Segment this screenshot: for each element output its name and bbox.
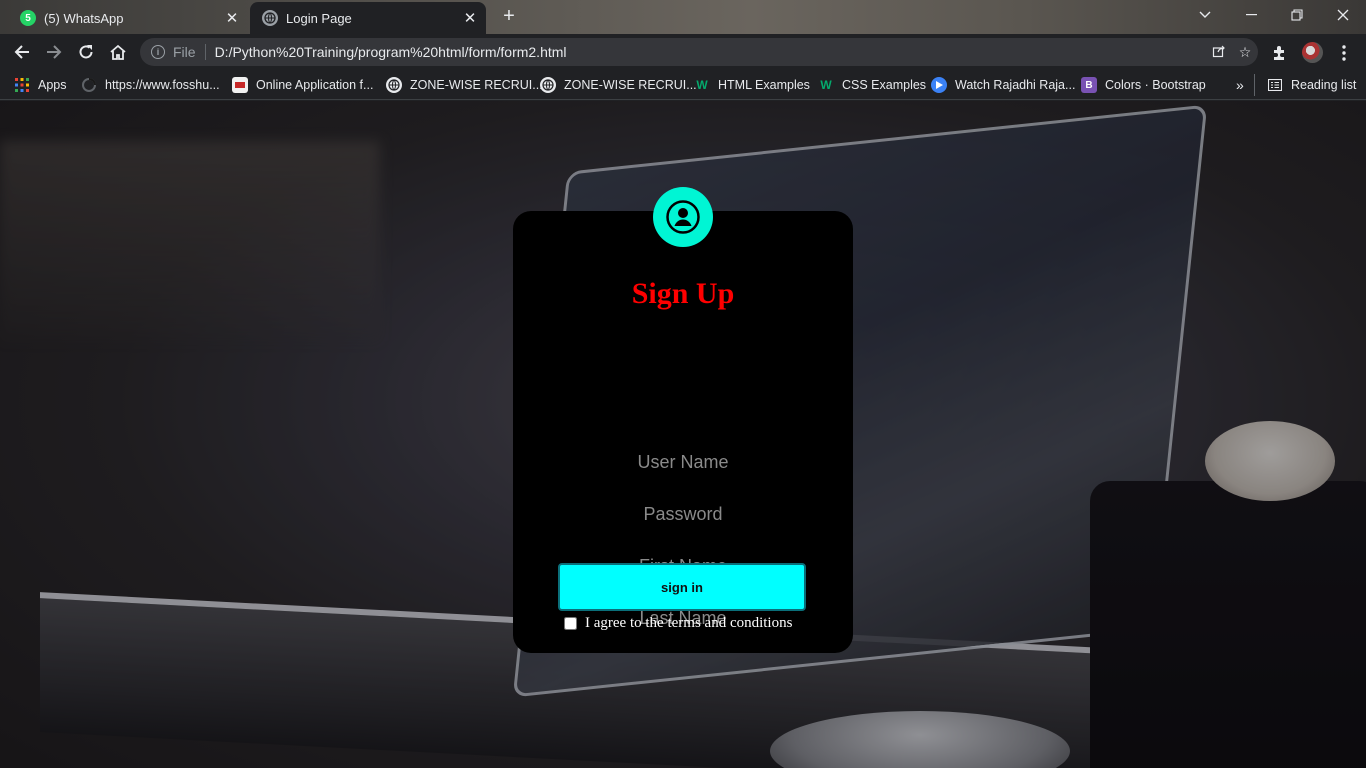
bookmark-label: Watch Rajadhi Raja... <box>955 78 1076 92</box>
bookmark-label: Apps <box>38 78 67 92</box>
w3schools-icon: W <box>696 78 708 92</box>
url-text[interactable]: D:/Python%20Training/program%20html/form… <box>215 44 1206 60</box>
restore-button[interactable] <box>1274 0 1320 30</box>
bookmark-fosshub[interactable]: https://www.fosshu... <box>81 76 220 94</box>
close-tab-icon[interactable]: ✕ <box>460 9 480 27</box>
bookmark-zone-wise-2[interactable]: ZONE-WISE RECRUI... <box>540 76 697 94</box>
bookmark-label: HTML Examples <box>718 78 810 92</box>
tab-whatsapp[interactable]: 5 (5) WhatsApp ✕ <box>8 2 248 34</box>
menu-kebab-icon[interactable] <box>1333 42 1355 64</box>
tab-login-page[interactable]: Login Page ✕ <box>250 2 486 34</box>
terms-label: I agree to the terms and conditions <box>585 615 793 631</box>
bookmark-label: Colors · Bootstrap <box>1105 78 1206 92</box>
bookmark-label: ZONE-WISE RECRUI... <box>564 78 697 92</box>
browser-toolbar: i File D:/Python%20Training/program%20ht… <box>0 34 1366 70</box>
play-icon <box>931 77 947 93</box>
tab-title: Login Page <box>286 10 352 26</box>
reading-list-label: Reading list <box>1291 78 1357 92</box>
bookmark-bootstrap-colors[interactable]: B Colors · Bootstrap <box>1081 76 1206 94</box>
user-avatar-icon <box>653 187 713 247</box>
bookmark-star-icon[interactable]: ☆ <box>1232 44 1258 61</box>
password-field[interactable] <box>558 499 808 529</box>
form-title: Sign Up <box>631 277 735 310</box>
globe-icon <box>540 77 556 93</box>
bootstrap-icon: B <box>1081 77 1097 93</box>
tab-search-icon[interactable] <box>1182 0 1228 30</box>
close-window-button[interactable] <box>1320 0 1366 30</box>
tab-title: (5) WhatsApp <box>44 10 124 26</box>
whatsapp-icon: 5 <box>20 10 36 26</box>
bookmark-label: CSS Examples <box>842 78 927 92</box>
bookmarks-overflow-button[interactable]: » <box>1236 76 1244 94</box>
bookmark-online-application[interactable]: Online Application f... <box>232 76 373 94</box>
bookmarks-bar: Apps https://www.fosshu... Online Applic… <box>0 70 1366 100</box>
bookmark-label: ZONE-WISE RECRUI... <box>410 78 543 92</box>
back-button[interactable] <box>8 38 36 66</box>
reading-list-icon <box>1267 77 1283 93</box>
terms-agreement: I agree to the terms and conditions <box>564 615 792 632</box>
scheme-label: File <box>173 44 196 60</box>
terms-checkbox[interactable] <box>564 617 577 630</box>
loading-ring-icon <box>81 77 97 93</box>
tab-strip: 5 (5) WhatsApp ✕ Login Page ✕ + <box>0 0 1366 34</box>
reading-list-button[interactable]: Reading list <box>1267 76 1356 94</box>
bookmark-label: Online Application f... <box>256 78 374 92</box>
sign-in-button[interactable]: sign in <box>558 563 806 611</box>
bookmark-watch-rajadhi[interactable]: Watch Rajadhi Raja... <box>931 76 1075 94</box>
bookmark-html-examples[interactable]: W HTML Examples <box>694 76 810 94</box>
home-button[interactable] <box>104 38 132 66</box>
divider <box>1254 74 1255 96</box>
share-icon[interactable] <box>1206 44 1232 61</box>
bookmark-label: https://www.fosshu... <box>105 78 220 92</box>
divider <box>204 44 206 60</box>
bookmark-zone-wise-1[interactable]: ZONE-WISE RECRUI... <box>386 76 543 94</box>
address-bar[interactable]: i File D:/Python%20Training/program%20ht… <box>140 38 1258 66</box>
globe-icon <box>262 10 278 26</box>
bookmark-apps[interactable]: Apps <box>14 76 67 94</box>
new-tab-button[interactable]: + <box>498 5 520 27</box>
username-field[interactable] <box>558 447 808 477</box>
forward-button[interactable] <box>40 38 68 66</box>
globe-icon <box>386 77 402 93</box>
apps-grid-icon <box>14 77 30 93</box>
close-tab-icon[interactable]: ✕ <box>222 9 242 27</box>
bookmark-css-examples[interactable]: W CSS Examples <box>818 76 926 94</box>
site-info-icon[interactable]: i <box>151 45 165 59</box>
extensions-icon[interactable] <box>1268 42 1290 64</box>
site-icon <box>232 77 248 93</box>
w3schools-icon: W <box>820 78 832 92</box>
profile-avatar[interactable] <box>1302 42 1323 63</box>
minimize-button[interactable] <box>1228 0 1274 30</box>
reload-button[interactable] <box>72 38 100 66</box>
page-viewport: Sign Up sign in I agree to the terms and… <box>0 101 1366 768</box>
